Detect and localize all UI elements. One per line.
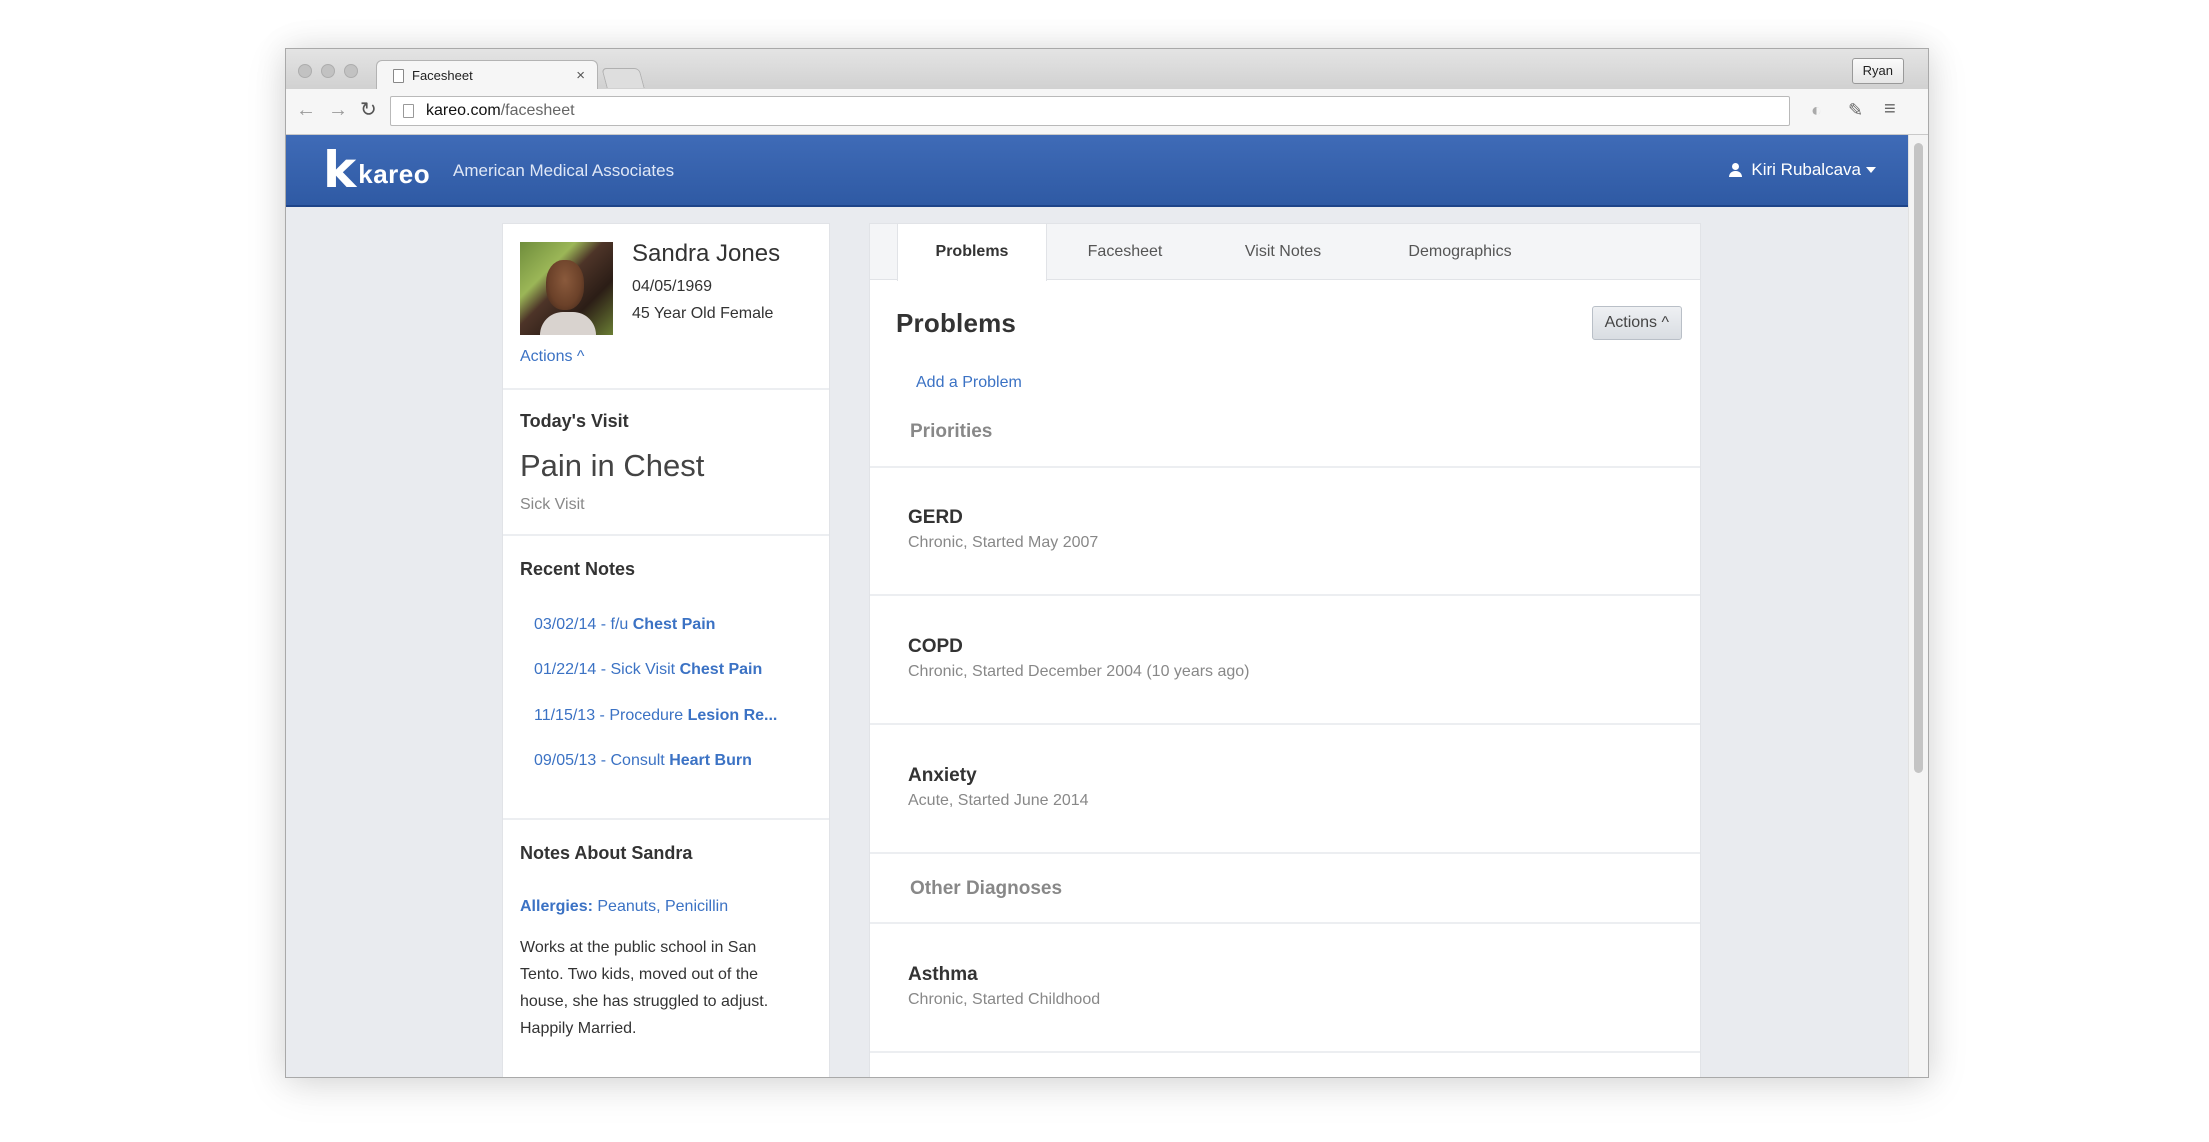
page-icon xyxy=(393,68,404,83)
page-title: Problems xyxy=(896,308,1017,338)
back-icon[interactable]: ← xyxy=(296,99,316,121)
forward-icon[interactable]: → xyxy=(328,99,348,121)
browser-tab[interactable]: Facesheet × xyxy=(376,60,598,90)
allergies-value: Peanuts, Penicillin xyxy=(592,898,729,915)
browser-window: Facesheet × Ryan ← → ↻ kareo.com/faceshe… xyxy=(285,48,1929,1078)
problem-name[interactable]: COPD xyxy=(908,636,963,658)
address-bar[interactable]: kareo.com/facesheet xyxy=(390,96,1790,126)
problem-description: Chronic, Started December 2004 (10 years… xyxy=(908,663,1250,680)
actions-button[interactable]: Actions ^ xyxy=(1591,306,1682,340)
note-date-type: 09/05/13 - Consult xyxy=(534,752,670,769)
priorities-heading: Priorities xyxy=(910,421,993,442)
menu-icon[interactable]: ≡ xyxy=(1884,98,1896,121)
scroll-thumb[interactable] xyxy=(1914,143,1923,773)
patient-summary: Sandra Jones 04/05/1969 45 Year Old Fema… xyxy=(503,224,829,390)
tab-facesheet[interactable]: Facesheet xyxy=(1050,224,1200,280)
close-window-icon[interactable] xyxy=(298,64,312,78)
divider xyxy=(870,922,1700,924)
practice-name: American Medical Associates xyxy=(453,161,675,180)
tab-strip: Facesheet × Ryan xyxy=(286,49,1928,90)
user-name: Kiri Rubalcava xyxy=(1751,160,1861,179)
divider xyxy=(870,1051,1700,1053)
note-date-type: 03/02/14 - f/u xyxy=(534,616,633,633)
patient-name: Sandra Jones xyxy=(632,240,781,267)
note-subject: Lesion Re... xyxy=(687,707,778,724)
divider xyxy=(870,594,1700,596)
close-tab-icon[interactable]: × xyxy=(576,67,585,84)
logo-text: kareo xyxy=(358,159,431,189)
browser-toolbar: ← → ↻ kareo.com/facesheet ◐ ✎ ≡ xyxy=(286,89,1928,135)
other-diagnoses-heading: Other Diagnoses xyxy=(910,878,1063,899)
scrollbar[interactable] xyxy=(1908,135,1928,1077)
recent-note-link[interactable]: 01/22/14 - Sick Visit Chest Pain xyxy=(534,661,792,679)
divider xyxy=(870,466,1700,468)
problem-name[interactable]: GERD xyxy=(908,507,963,529)
add-problem-link[interactable]: Add a Problem xyxy=(916,374,1022,392)
note-date-type: 01/22/14 - Sick Visit xyxy=(534,661,680,678)
visit-reason: Pain in Chest xyxy=(520,448,705,483)
divider xyxy=(870,852,1700,854)
new-tab-button[interactable] xyxy=(601,68,645,88)
note-subject: Heart Burn xyxy=(669,752,752,769)
user-menu[interactable]: Kiri Rubalcava xyxy=(1729,160,1876,180)
patient-sidebar: Sandra Jones 04/05/1969 45 Year Old Fema… xyxy=(502,223,830,1077)
visit-type: Sick Visit xyxy=(520,496,585,513)
recent-note-link[interactable]: 11/15/13 - Procedure Lesion Re... xyxy=(534,707,792,725)
logo-mark: k xyxy=(323,141,357,199)
notes-about-patient: Notes About Sandra Allergies: Peanuts, P… xyxy=(503,820,829,1077)
url-path: /facesheet xyxy=(500,102,575,119)
patient-actions-link[interactable]: Actions ^ xyxy=(520,348,584,366)
patient-dob: 04/05/1969 xyxy=(632,278,713,295)
minimize-window-icon[interactable] xyxy=(321,64,335,78)
user-icon xyxy=(1729,163,1743,177)
url-host: kareo.com xyxy=(426,102,501,119)
problem-description: Chronic, Started May 2007 xyxy=(908,534,1099,551)
caret-down-icon xyxy=(1866,167,1876,173)
problem-description: Chronic, Started Childhood xyxy=(908,991,1101,1008)
recent-notes: Recent Notes 03/02/14 - f/u Chest Pain 0… xyxy=(503,536,829,820)
reload-icon[interactable]: ↻ xyxy=(360,99,377,121)
todays-visit-heading: Today's Visit xyxy=(520,411,629,431)
patient-notes-text: Works at the public school in San Tento.… xyxy=(520,939,769,1037)
main-panel: Problems Facesheet Visit Notes Demograph… xyxy=(869,223,1701,1077)
recent-note-link[interactable]: 03/02/14 - f/u Chest Pain xyxy=(534,616,792,634)
tab-demographics[interactable]: Demographics xyxy=(1370,224,1550,280)
problem-name[interactable]: Asthma xyxy=(908,964,978,986)
divider xyxy=(870,723,1700,725)
recent-note-link[interactable]: 09/05/13 - Consult Heart Burn xyxy=(534,752,792,770)
patient-age-sex: 45 Year Old Female xyxy=(632,305,774,322)
evernote-icon[interactable]: ✎ xyxy=(1848,100,1863,121)
recent-notes-heading: Recent Notes xyxy=(520,559,636,579)
tab-title: Facesheet xyxy=(412,68,473,83)
profile-button[interactable]: Ryan xyxy=(1851,58,1904,84)
problem-name[interactable]: Anxiety xyxy=(908,765,977,787)
tab-problems[interactable]: Problems xyxy=(897,224,1047,281)
app-header: k kareo American Medical Associates Kiri… xyxy=(286,135,1910,207)
note-date-type: 11/15/13 - Procedure xyxy=(534,707,688,724)
page-icon xyxy=(403,104,414,118)
allergies-link[interactable]: Allergies: Peanuts, Penicillin xyxy=(520,898,728,916)
todays-visit: Today's Visit Pain in Chest Sick Visit xyxy=(503,390,829,536)
allergies-label: Allergies: xyxy=(520,898,593,915)
problem-description: Acute, Started June 2014 xyxy=(908,792,1089,809)
patient-photo xyxy=(520,242,613,335)
note-subject: Chest Pain xyxy=(679,661,763,678)
zoom-window-icon[interactable] xyxy=(344,64,358,78)
kareo-logo[interactable]: k kareo xyxy=(323,141,431,199)
section-tabs: Problems Facesheet Visit Notes Demograph… xyxy=(870,224,1700,281)
tab-visit-notes[interactable]: Visit Notes xyxy=(1208,224,1358,280)
notes-about-heading: Notes About Sandra xyxy=(520,843,693,863)
note-subject: Chest Pain xyxy=(632,616,716,633)
extension-icon[interactable]: ◐ xyxy=(1811,100,1822,121)
